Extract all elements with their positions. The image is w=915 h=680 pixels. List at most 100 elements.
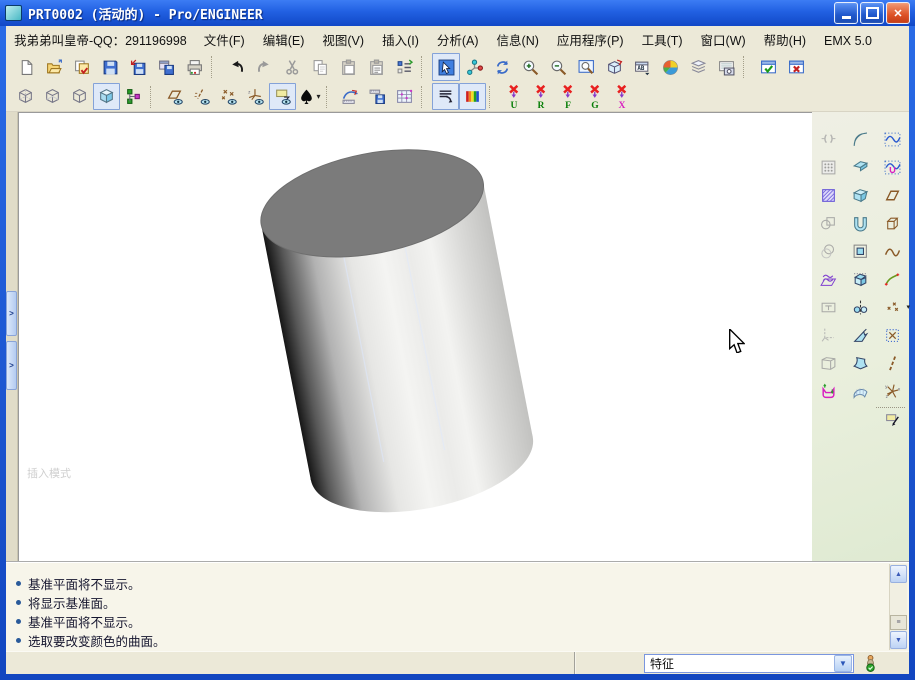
plane-tool-button[interactable]: [876, 181, 909, 209]
title-bar[interactable]: PRT0002 (活动的) - Pro/ENGINEER ✕: [0, 0, 915, 26]
close-button[interactable]: ✕: [886, 2, 910, 24]
points-tool-button[interactable]: ▾: [876, 293, 910, 321]
analysis-button[interactable]: [337, 83, 364, 110]
shaded-button[interactable]: [93, 83, 120, 110]
rib-tool-button[interactable]: [844, 209, 876, 237]
sim-G-button[interactable]: G: [581, 83, 608, 110]
datum-points-button[interactable]: [215, 83, 242, 110]
no-hidden-button[interactable]: [66, 83, 93, 110]
axis-dashed-tool-button[interactable]: [876, 349, 909, 377]
print-button[interactable]: [180, 53, 208, 81]
open-button[interactable]: [40, 53, 68, 81]
csys-star-tool-button[interactable]: yzx: [876, 377, 909, 405]
model-tree-button[interactable]: [120, 83, 147, 110]
revolve-tool-button[interactable]: [844, 293, 876, 321]
zoom-out-button[interactable]: [544, 53, 572, 81]
message-log-button[interactable]: ≡: [890, 615, 907, 630]
layers-button[interactable]: [684, 53, 712, 81]
expand-panel-button-2[interactable]: >: [6, 341, 17, 390]
mesh-sheet-tool-button[interactable]: [844, 377, 876, 405]
menu-item-9[interactable]: 帮助(H): [755, 31, 815, 51]
blend-tool-button[interactable]: [844, 349, 876, 377]
pattern-tool-button[interactable]: [812, 153, 844, 181]
menu-item-8[interactable]: 窗口(W): [692, 31, 755, 51]
paste-list-button[interactable]: [362, 53, 390, 81]
appearance-button[interactable]: [656, 53, 684, 81]
menu-item-5[interactable]: 信息(N): [488, 31, 548, 51]
offset-surface-tool-button[interactable]: [844, 237, 876, 265]
plane-drag-tool-button[interactable]: [876, 405, 909, 433]
message-scrollbar[interactable]: ▲ ≡ ▼: [889, 564, 907, 650]
menu-item-1[interactable]: 编辑(E): [254, 31, 314, 51]
datum-axes-button[interactable]: [188, 83, 215, 110]
backup-button[interactable]: [152, 53, 180, 81]
sim-X-button[interactable]: X: [608, 83, 635, 110]
magenta-u-tool-button[interactable]: [812, 377, 844, 405]
points-more-caret[interactable]: ▾: [906, 303, 910, 311]
datum-planes-button[interactable]: [161, 83, 188, 110]
menu-item-6[interactable]: 应用程序(P): [548, 31, 633, 51]
draft-tool-button[interactable]: [844, 181, 876, 209]
style-curve-u-tool-button[interactable]: [876, 153, 909, 181]
save-session-button[interactable]: [68, 53, 96, 81]
mesh-surface-button[interactable]: [391, 83, 418, 110]
select-button[interactable]: [432, 53, 460, 81]
scroll-up-button[interactable]: ▲: [890, 565, 907, 583]
capture-button[interactable]: [712, 53, 740, 81]
boolean-tool-button[interactable]: [812, 209, 844, 237]
menu-item-7[interactable]: 工具(T): [633, 31, 692, 51]
circle2-tool-button[interactable]: [812, 237, 844, 265]
round-tool-button[interactable]: [844, 125, 876, 153]
datum-csys-button[interactable]: z: [242, 83, 269, 110]
csys-dotted-tool-button[interactable]: [876, 321, 909, 349]
copy-button[interactable]: [306, 53, 334, 81]
sim-R-button[interactable]: R: [527, 83, 554, 110]
sim-F-button[interactable]: F: [554, 83, 581, 110]
wavy-tool-button[interactable]: [812, 265, 844, 293]
filter-button[interactable]: [432, 83, 459, 110]
colors-button[interactable]: [459, 83, 486, 110]
menu-item-3[interactable]: 插入(I): [373, 31, 428, 51]
saved-analyses-button[interactable]: [364, 83, 391, 110]
update-button[interactable]: [390, 53, 418, 81]
wireframe-button[interactable]: [12, 83, 39, 110]
menu-item-4[interactable]: 分析(A): [428, 31, 488, 51]
close-window-button[interactable]: [782, 53, 810, 81]
axes-tool-button[interactable]: [812, 321, 844, 349]
maximize-button[interactable]: [860, 2, 884, 24]
sim-U-button[interactable]: U: [500, 83, 527, 110]
save-button[interactable]: [96, 53, 124, 81]
new-button[interactable]: [12, 53, 40, 81]
sweep-tool-button[interactable]: [844, 321, 876, 349]
redraw-button[interactable]: [488, 53, 516, 81]
undo-button[interactable]: [222, 53, 250, 81]
textbox-tool-button[interactable]: [812, 293, 844, 321]
redo-button[interactable]: [250, 53, 278, 81]
zoom-in-button[interactable]: [516, 53, 544, 81]
expand-panel-button[interactable]: >: [6, 291, 17, 336]
curve-points-tool-button[interactable]: [876, 265, 909, 293]
spade-dropdown-caret[interactable]: ▾: [316, 92, 320, 101]
cylinder-model[interactable]: [19, 113, 812, 561]
spade-button[interactable]: ▾: [296, 83, 323, 110]
cut-button[interactable]: [278, 53, 306, 81]
selection-buffer-icon[interactable]: [863, 654, 878, 673]
mirror-tool-button[interactable]: [812, 125, 844, 153]
hidden-line-button[interactable]: [39, 83, 66, 110]
dropdown-arrow-icon[interactable]: ▼: [834, 654, 852, 672]
extrude-frame-tool-button[interactable]: [876, 209, 909, 237]
activate-window-button[interactable]: [754, 53, 782, 81]
scroll-down-button[interactable]: ▼: [890, 631, 907, 649]
chamfer-tool-button[interactable]: [844, 153, 876, 181]
style-curve-tool-button[interactable]: [876, 125, 909, 153]
spin-center-button[interactable]: [460, 53, 488, 81]
hatch-tool-button[interactable]: [812, 181, 844, 209]
paste-button[interactable]: [334, 53, 362, 81]
menu-item-0[interactable]: 文件(F): [195, 31, 254, 51]
shell-tool-button[interactable]: [812, 349, 844, 377]
reorient-button[interactable]: [600, 53, 628, 81]
refit-button[interactable]: [572, 53, 600, 81]
extrude-cube-tool-button[interactable]: [844, 265, 876, 293]
menu-item-2[interactable]: 视图(V): [313, 31, 373, 51]
graphics-canvas[interactable]: 插入模式: [18, 112, 812, 561]
